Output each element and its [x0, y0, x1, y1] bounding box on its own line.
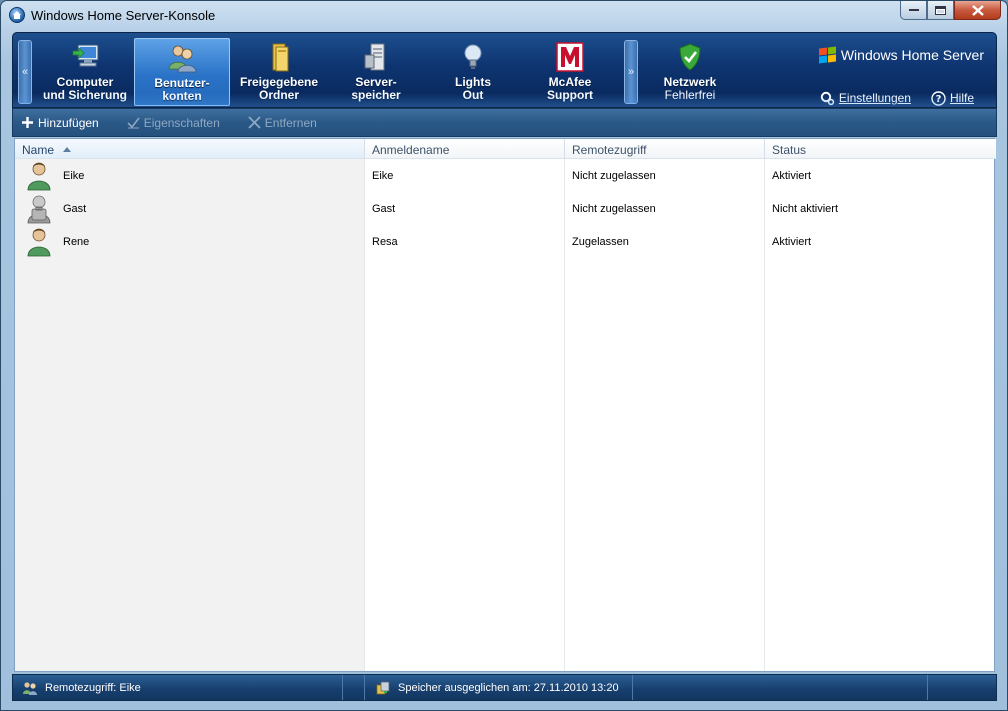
brand-logo: Windows Home Server — [818, 46, 984, 64]
column-header-name[interactable]: Name — [15, 139, 365, 159]
user-list: Name Anmeldename Remotezugriff Status Ei… — [14, 138, 996, 672]
tab-computer-backup[interactable]: Computer und Sicherung — [37, 38, 133, 106]
remove-button[interactable]: Entfernen — [248, 116, 317, 130]
user-accounts-icon — [168, 45, 197, 73]
brand-text: Windows Home Server — [840, 47, 984, 63]
app-window: Windows Home Server-Konsole « Computer u… — [0, 0, 1008, 711]
help-link[interactable]: ? Hilfe — [931, 90, 974, 106]
status-resize-area — [928, 675, 996, 700]
cell-login: Gast — [372, 202, 396, 215]
scroll-left-button[interactable]: « — [18, 40, 32, 104]
maximize-button[interactable] — [927, 1, 954, 20]
storage-balanced-icon — [376, 681, 390, 694]
network-status[interactable]: Netzwerk Fehlerfrei — [642, 38, 738, 106]
tab-mcafee-support[interactable]: McAfee Support — [522, 38, 618, 106]
remove-label: Entfernen — [264, 115, 317, 130]
tab-label: Benutzer- konten — [154, 76, 210, 103]
tab-label: Lights Out — [455, 75, 491, 102]
status-storage-text: Speicher ausgeglichen am: 27.11.2010 13:… — [398, 681, 619, 694]
column-label: Anmeldename — [372, 143, 450, 157]
column-label: Name — [22, 143, 55, 157]
user-active-icon — [27, 228, 51, 256]
status-divider — [343, 675, 365, 700]
settings-link[interactable]: Einstellungen — [819, 90, 911, 106]
column-header-remote[interactable]: Remotezugriff — [565, 139, 765, 159]
cell-name: Gast — [25, 192, 86, 225]
settings-label: Einstellungen — [838, 91, 911, 105]
properties-label: Eigenschaften — [143, 115, 220, 130]
svg-text:?: ? — [936, 94, 942, 105]
shared-folders-icon — [272, 43, 289, 72]
minimize-icon — [908, 9, 919, 11]
cell-status: Aktiviert — [772, 169, 812, 182]
lightbulb-icon — [464, 44, 482, 69]
sort-ascending-icon — [63, 147, 72, 152]
tab-label: Freigegebene Ordner — [239, 75, 319, 102]
network-status-text: Fehlerfrei — [664, 88, 716, 102]
close-button[interactable] — [954, 1, 1001, 20]
cell-status: Aktiviert — [772, 235, 812, 248]
action-bar: Hinzufügen Eigenschaften Entfernen — [12, 108, 997, 137]
add-label: Hinzufügen — [38, 115, 99, 130]
server-storage-icon — [364, 43, 385, 71]
tab-label: Server- speicher — [351, 75, 401, 102]
cell-remote: Zugelassen — [572, 235, 629, 248]
column-header-login[interactable]: Anmeldename — [365, 139, 565, 159]
status-remote-access: Remotezugriff: Eike — [13, 675, 343, 700]
status-storage: Speicher ausgeglichen am: 27.11.2010 13:… — [365, 675, 633, 700]
cell-name: Rene — [25, 225, 89, 258]
user-name: Eike — [63, 169, 85, 182]
cell-remote: Nicht zugelassen — [572, 169, 656, 182]
checkmark-icon — [127, 117, 140, 129]
tab-label: Computer und Sicherung — [43, 75, 127, 102]
user-active-icon — [27, 162, 51, 190]
status-empty-panel — [633, 675, 928, 700]
maximize-icon — [935, 5, 946, 15]
help-icon: ? — [931, 90, 946, 106]
help-label: Hilfe — [949, 91, 974, 105]
tab-label: McAfee Support — [547, 75, 593, 102]
tab-server-storage[interactable]: Server- speicher — [328, 38, 424, 106]
cell-name: Eike — [25, 159, 84, 192]
users-icon — [23, 681, 37, 695]
table-row[interactable]: Gast Gast Nicht zugelassen Nicht aktivie… — [15, 192, 996, 225]
table-row[interactable]: Eike Eike Nicht zugelassen Aktiviert — [15, 159, 996, 192]
tab-lights-out[interactable]: Lights Out — [425, 38, 521, 106]
status-bar: Remotezugriff: Eike Speicher ausgegliche… — [12, 674, 997, 701]
window-title: Windows Home Server-Konsole — [31, 8, 216, 23]
user-name: Gast — [63, 202, 87, 215]
mcafee-icon — [556, 42, 584, 72]
tab-shared-folders[interactable]: Freigegebene Ordner — [231, 38, 327, 106]
properties-button[interactable]: Eigenschaften — [127, 116, 220, 130]
column-header-status[interactable]: Status — [765, 139, 996, 159]
minimize-button[interactable] — [900, 1, 927, 20]
cell-login: Resa — [372, 235, 398, 248]
gear-icon — [820, 91, 835, 106]
plus-icon — [22, 117, 33, 128]
home-server-icon[interactable] — [9, 7, 25, 23]
tab-user-accounts[interactable]: Benutzer- konten — [134, 38, 230, 106]
navigation-bar: « Computer und Sicherung Benutzer- konte… — [12, 32, 997, 108]
cell-remote: Nicht zugelassen — [572, 202, 656, 215]
windows-flag-icon — [818, 46, 837, 64]
user-name: Rene — [63, 235, 90, 248]
header-links: Einstellungen ? Hilfe — [819, 90, 974, 106]
column-label: Status — [772, 143, 807, 157]
window-controls — [900, 1, 1001, 21]
remove-x-icon — [248, 116, 261, 129]
cell-login: Eike — [372, 169, 394, 182]
shield-check-icon — [679, 43, 701, 71]
status-remote-text: Remotezugriff: Eike — [45, 681, 141, 694]
add-button[interactable]: Hinzufügen — [21, 116, 99, 130]
user-guest-icon — [27, 195, 51, 223]
cell-status: Nicht aktiviert — [772, 202, 839, 215]
column-label: Remotezugriff — [572, 143, 647, 157]
close-icon — [971, 4, 984, 16]
table-row[interactable]: Rene Resa Zugelassen Aktiviert — [15, 225, 996, 258]
computer-backup-icon — [72, 44, 99, 67]
title-bar: Windows Home Server-Konsole — [1, 1, 1007, 31]
scroll-right-button[interactable]: » — [624, 40, 638, 104]
